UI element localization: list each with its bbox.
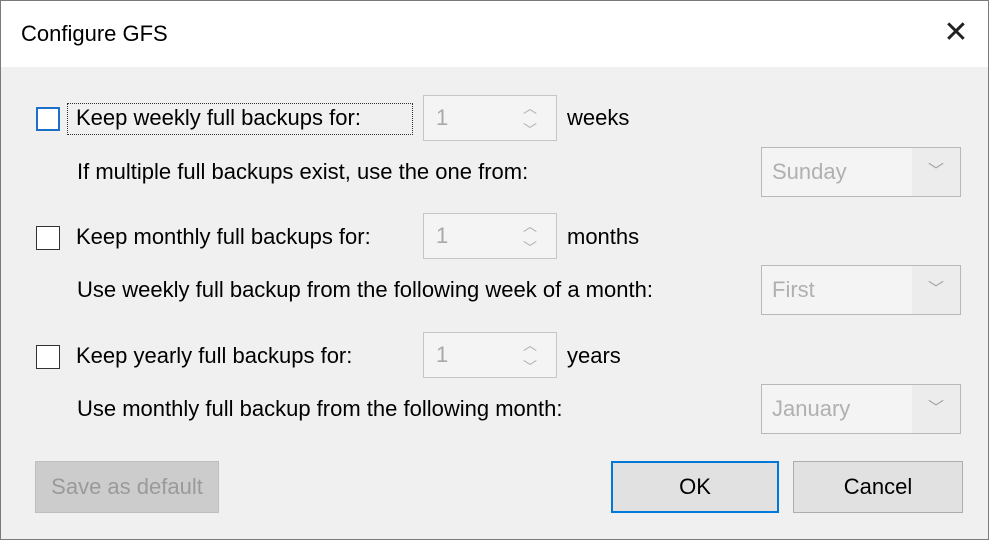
spin-down-icon[interactable]: ﹀ (520, 120, 540, 138)
yearly-unit-label: years (567, 343, 621, 368)
yearly-month-value: January (772, 396, 851, 421)
chevron-down-icon[interactable]: ﹀ (912, 385, 960, 433)
weekly-count-spinner[interactable]: 1 ︿ ﹀ (423, 95, 557, 141)
ok-button[interactable]: OK (611, 461, 779, 513)
yearly-count-value[interactable]: 1 (436, 342, 448, 368)
configure-gfs-dialog: Configure GFS ✕ Keep weekly full backups… (0, 0, 989, 540)
save-as-default-button[interactable]: Save as default (35, 461, 219, 513)
monthly-count-value[interactable]: 1 (436, 223, 448, 249)
weekly-day-value: Sunday (772, 159, 847, 184)
title-bar: Configure GFS ✕ (1, 1, 988, 67)
monthly-week-select[interactable]: First ﹀ (761, 265, 961, 315)
monthly-checkbox-label[interactable]: Keep monthly full backups for: (76, 224, 371, 250)
yearly-count-spinner[interactable]: 1 ︿ ﹀ (423, 332, 557, 378)
spin-up-icon[interactable]: ︿ (520, 335, 540, 353)
spin-up-icon[interactable]: ︿ (520, 98, 540, 116)
cancel-button[interactable]: Cancel (793, 461, 963, 513)
weekly-checkbox-label[interactable]: Keep weekly full backups for: (76, 105, 361, 131)
monthly-unit-label: months (567, 224, 640, 249)
chevron-down-icon[interactable]: ﹀ (912, 148, 960, 196)
yearly-month-select[interactable]: January ﹀ (761, 384, 961, 434)
monthly-checkbox[interactable] (36, 226, 60, 250)
yearly-checkbox-label[interactable]: Keep yearly full backups for: (76, 343, 352, 369)
weekly-sub-label: If multiple full backups exist, use the … (77, 159, 529, 184)
weekly-day-select[interactable]: Sunday ﹀ (761, 147, 961, 197)
monthly-count-spinner[interactable]: 1 ︿ ﹀ (423, 213, 557, 259)
close-icon[interactable]: ✕ (941, 18, 971, 49)
spin-down-icon[interactable]: ﹀ (520, 238, 540, 256)
yearly-checkbox[interactable] (36, 345, 60, 369)
monthly-week-value: First (772, 277, 815, 302)
chevron-down-icon[interactable]: ﹀ (912, 266, 960, 314)
spin-down-icon[interactable]: ﹀ (520, 357, 540, 375)
weekly-checkbox[interactable] (36, 107, 60, 131)
weekly-unit-label: weeks (567, 105, 630, 130)
dialog-title: Configure GFS (21, 21, 168, 46)
weekly-count-value[interactable]: 1 (436, 105, 448, 131)
spin-up-icon[interactable]: ︿ (520, 216, 540, 234)
yearly-sub-label: Use monthly full backup from the followi… (77, 396, 563, 421)
monthly-sub-label: Use weekly full backup from the followin… (77, 277, 653, 302)
